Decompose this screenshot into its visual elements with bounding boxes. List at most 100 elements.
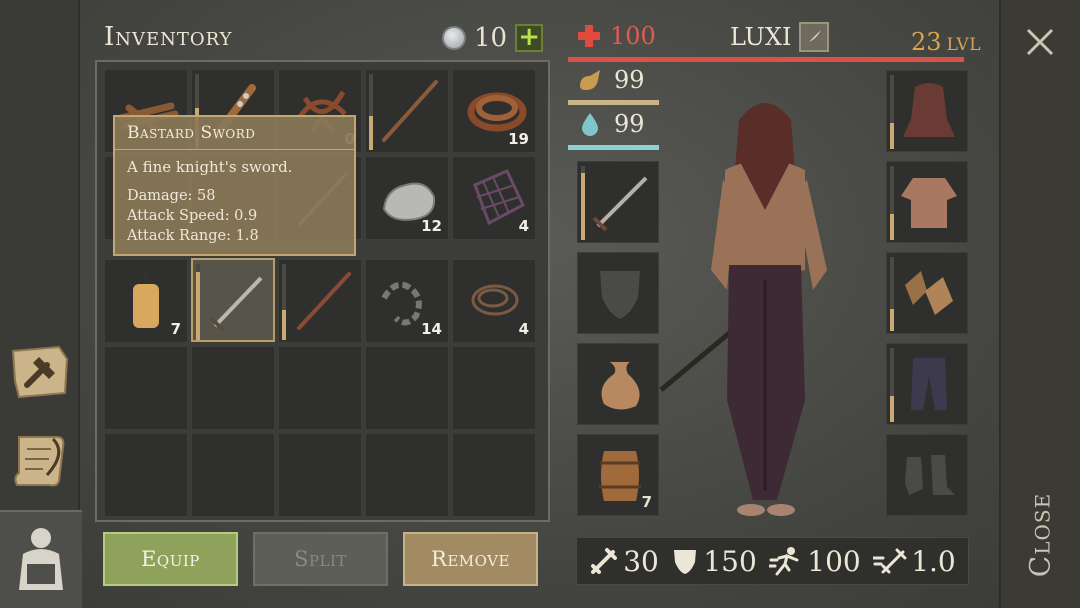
inventory-slot[interactable] bbox=[104, 433, 188, 517]
bastard-sword-icon bbox=[209, 276, 263, 332]
close-icon bbox=[1026, 28, 1054, 56]
equip-button[interactable]: Equip bbox=[103, 532, 238, 586]
quill-icon bbox=[807, 30, 822, 44]
journal-tab[interactable] bbox=[6, 426, 74, 494]
tooltip-title: Bastard Sword bbox=[115, 123, 354, 150]
rename-button[interactable] bbox=[799, 22, 830, 52]
health-value: 100 bbox=[610, 22, 656, 50]
food-display: 99 bbox=[576, 66, 645, 94]
legs-slot[interactable] bbox=[886, 343, 968, 425]
boots-icon bbox=[905, 455, 955, 495]
inventory-slot[interactable]: 4 bbox=[452, 259, 536, 343]
inventory-slot[interactable] bbox=[278, 433, 362, 517]
inventory-slot[interactable]: 4 bbox=[452, 156, 536, 240]
inventory-slot[interactable] bbox=[452, 433, 536, 517]
inventory-slot[interactable] bbox=[365, 433, 449, 517]
inventory-slot[interactable]: 14 bbox=[365, 259, 449, 343]
head-slot[interactable] bbox=[886, 70, 968, 152]
item-quantity: 4 bbox=[518, 217, 529, 235]
durability-bar bbox=[890, 348, 894, 422]
food-value: 99 bbox=[614, 66, 645, 94]
water-bar bbox=[568, 145, 659, 150]
level-unit: LVL bbox=[946, 35, 981, 55]
feet-slot[interactable] bbox=[886, 434, 968, 516]
character-name: LUXI bbox=[730, 23, 792, 51]
item-quantity: 14 bbox=[421, 320, 442, 338]
water-display: 99 bbox=[576, 110, 645, 138]
weapon-slot[interactable] bbox=[577, 161, 659, 243]
durability-bar bbox=[581, 166, 585, 240]
durability-fill bbox=[890, 214, 894, 240]
inventory-slot[interactable] bbox=[191, 433, 275, 517]
attack-speed-stat: 1.0 bbox=[873, 545, 956, 578]
inventory-slot[interactable]: 12 bbox=[365, 156, 449, 240]
food-icon bbox=[580, 70, 600, 90]
hands-slot[interactable] bbox=[886, 252, 968, 334]
attack-value: 30 bbox=[623, 544, 659, 578]
inventory-slot-selected[interactable] bbox=[191, 258, 275, 342]
inventory-slot[interactable] bbox=[278, 346, 362, 430]
durability-bar bbox=[369, 74, 373, 150]
inventory-slot[interactable] bbox=[365, 69, 449, 153]
close-label[interactable]: Close bbox=[1024, 493, 1057, 577]
durability-bar bbox=[890, 75, 894, 149]
inventory-slot[interactable] bbox=[104, 346, 188, 430]
health-cross-icon bbox=[578, 25, 600, 47]
inventory-slot[interactable]: 19 bbox=[452, 69, 536, 153]
spear-icon bbox=[382, 80, 438, 142]
chest-slot[interactable] bbox=[886, 161, 968, 243]
tooltip-description: A fine knight's sword. bbox=[127, 158, 293, 176]
level-display: 23 LVL bbox=[911, 28, 981, 56]
level-value: 23 bbox=[911, 28, 942, 56]
gloves-icon bbox=[905, 271, 953, 315]
running-icon bbox=[769, 547, 799, 576]
add-coins-button[interactable]: + bbox=[515, 24, 544, 52]
inventory-title: Inventory bbox=[104, 22, 233, 52]
character-name-row: LUXI bbox=[730, 22, 830, 52]
inventory-slot[interactable] bbox=[452, 346, 536, 430]
tooltip-attack-speed: Attack Speed: 0.9 bbox=[127, 208, 258, 224]
character-backpack-icon bbox=[19, 528, 63, 590]
inventory-slot[interactable] bbox=[278, 259, 362, 343]
durability-fill bbox=[282, 309, 286, 340]
scroll-quill-icon bbox=[14, 436, 65, 487]
speed-value: 100 bbox=[807, 544, 861, 578]
item-quantity: 19 bbox=[508, 130, 529, 148]
sword-attack-icon bbox=[591, 548, 618, 574]
coin-icon bbox=[442, 26, 466, 50]
inventory-slot[interactable] bbox=[191, 346, 275, 430]
inventory-slot[interactable] bbox=[365, 346, 449, 430]
crafting-tab[interactable] bbox=[6, 338, 74, 406]
character-model bbox=[659, 103, 827, 516]
shield-defense-icon bbox=[674, 550, 697, 574]
left-rail bbox=[0, 0, 82, 608]
split-button[interactable]: Split bbox=[253, 532, 388, 586]
remove-button[interactable]: Remove bbox=[403, 532, 538, 586]
food-bar bbox=[568, 100, 659, 105]
barrel-slot[interactable]: 7 bbox=[577, 434, 659, 516]
trousers-icon bbox=[911, 358, 947, 410]
hammer-map-icon bbox=[11, 345, 69, 399]
durability-fill bbox=[890, 308, 894, 331]
item-quantity: 12 bbox=[421, 217, 442, 235]
durability-bar bbox=[282, 264, 286, 340]
durability-bar bbox=[196, 264, 200, 340]
shield-slot[interactable] bbox=[577, 252, 659, 334]
sack-icon bbox=[601, 362, 640, 410]
character-tab[interactable] bbox=[0, 510, 82, 608]
attack-speed-value: 1.0 bbox=[911, 544, 956, 578]
close-button[interactable] bbox=[1016, 18, 1064, 66]
inventory-slot[interactable]: 7 bbox=[104, 259, 188, 343]
item-tooltip: Bastard Sword A fine knight's sword. Dam… bbox=[113, 115, 356, 256]
durability-bar bbox=[890, 166, 894, 240]
health-bar bbox=[568, 57, 964, 62]
durability-fill bbox=[581, 173, 585, 240]
tooltip-damage: Damage: 58 bbox=[127, 188, 216, 204]
defense-value: 150 bbox=[703, 544, 757, 578]
hood-icon bbox=[903, 83, 955, 137]
water-value: 99 bbox=[614, 110, 645, 138]
stats-bar: 30 150 100 1.0 bbox=[576, 537, 969, 585]
bag-slot[interactable] bbox=[577, 343, 659, 425]
durability-fill bbox=[890, 123, 894, 149]
durability-fill bbox=[369, 115, 373, 150]
